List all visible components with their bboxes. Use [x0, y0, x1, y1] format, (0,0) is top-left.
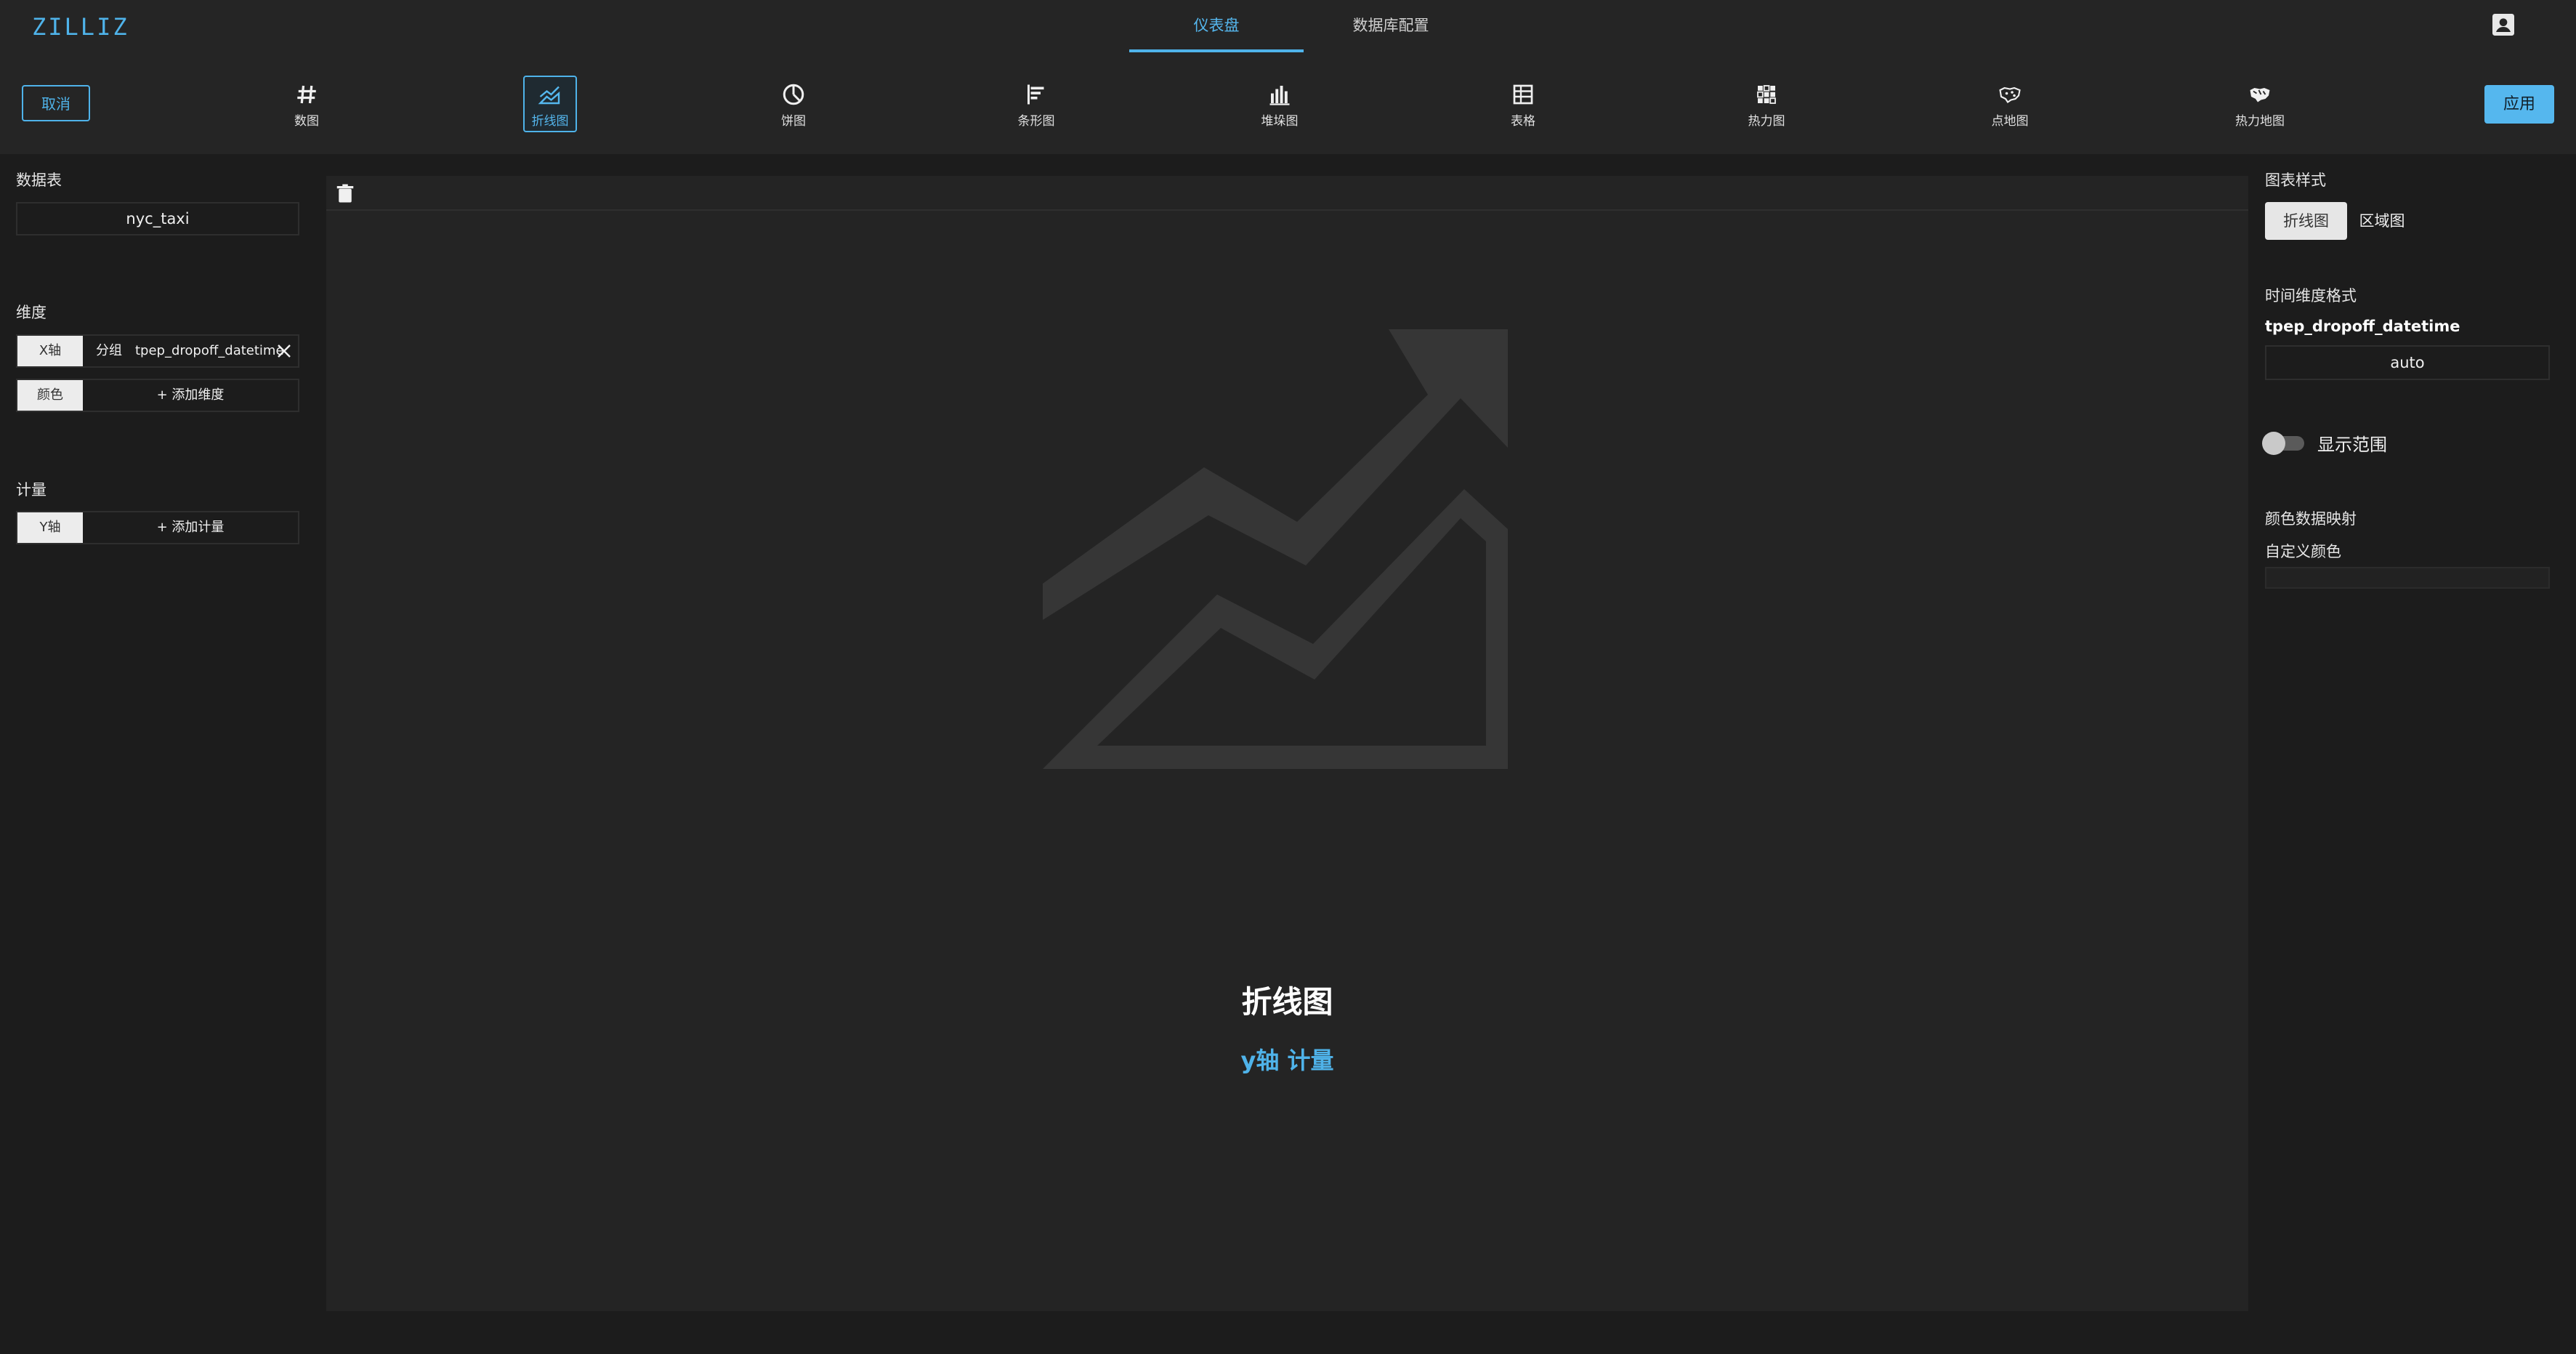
trash-icon[interactable]: [334, 182, 356, 205]
x-axis-dimension-row: X轴 分组 tpep_dropoff_datetime: [16, 334, 299, 368]
y-axis-measure-row: Y轴 + 添加计量: [16, 511, 299, 544]
heat-map-icon: [2234, 80, 2285, 109]
line-chart-placeholder-icon: [1043, 329, 1508, 769]
measure-section-label: 计量: [16, 481, 47, 499]
chart-type-label: 热力图: [1748, 114, 1785, 129]
custom-color-label: 自定义颜色: [2265, 543, 2341, 560]
chart-type-label: 表格: [1511, 114, 1535, 129]
chart-style-label: 图表样式: [2265, 172, 2326, 189]
style-option-line[interactable]: 折线图: [2265, 202, 2347, 240]
add-dimension-button[interactable]: + 添加维度: [83, 380, 298, 411]
point-map-icon: [1985, 80, 2035, 109]
x-field-name[interactable]: tpep_dropoff_datetime: [135, 336, 284, 366]
heatmap-icon: [1741, 80, 1792, 109]
chart-type-stacked[interactable]: 堆垛图: [1253, 76, 1307, 132]
style-option-area[interactable]: 区域图: [2351, 202, 2413, 240]
toggle-knob[interactable]: [2262, 432, 2285, 455]
chart-placeholder-subtitle: y轴 计量: [1240, 1047, 1334, 1074]
chart-type-pie[interactable]: 饼图: [767, 76, 820, 132]
chart-type-bar[interactable]: 条形图: [1009, 76, 1063, 132]
chart-type-heat-map[interactable]: 热力地图: [2233, 76, 2287, 132]
add-measure-button[interactable]: + 添加计量: [83, 512, 298, 543]
chart-placeholder-title: 折线图: [1241, 984, 1333, 1020]
hash-icon: [281, 80, 332, 109]
dimension-section-label: 维度: [16, 304, 47, 321]
chart-type-point-map[interactable]: 点地图: [1983, 76, 2037, 132]
time-format-label: 时间维度格式: [2265, 287, 2357, 305]
chart-type-label: 热力地图: [2235, 114, 2285, 129]
table-selector[interactable]: nyc_taxi: [16, 202, 299, 235]
table-section-label: 数据表: [16, 172, 62, 189]
chart-type-label: 条形图: [1017, 114, 1055, 129]
chart-type-line[interactable]: 折线图: [523, 76, 577, 132]
y-axis-button[interactable]: Y轴: [17, 512, 83, 543]
stacked-chart-icon: [1254, 80, 1305, 109]
color-button[interactable]: 颜色: [17, 380, 83, 411]
chart-type-number[interactable]: 数图: [280, 76, 334, 132]
apply-button[interactable]: 应用: [2484, 85, 2554, 124]
time-field-name: tpep_dropoff_datetime: [2265, 318, 2460, 335]
chart-type-label: 点地图: [1991, 114, 2029, 129]
time-format-select[interactable]: auto: [2265, 345, 2550, 380]
color-dimension-row: 颜色 + 添加维度: [16, 379, 299, 412]
show-range-label: 显示范围: [2317, 435, 2387, 455]
x-group-label: 分组: [96, 343, 122, 358]
logo[interactable]: ZILLIZ: [32, 13, 129, 41]
account-icon[interactable]: [2489, 10, 2518, 39]
bar-chart-icon: [1011, 80, 1062, 109]
cancel-button[interactable]: 取消: [22, 85, 90, 121]
chart-type-label: 堆垛图: [1261, 114, 1299, 129]
table-icon: [1498, 80, 1549, 109]
line-chart-icon: [525, 80, 576, 109]
chart-type-label: 数图: [294, 114, 319, 129]
pie-chart-icon: [768, 80, 819, 109]
chart-type-label: 折线图: [531, 114, 569, 129]
tab-database-config[interactable]: 数据库配置: [1304, 0, 1478, 52]
chart-type-label: 饼图: [781, 114, 806, 129]
canvas-header-bar: [326, 176, 2248, 211]
chart-type-table[interactable]: 表格: [1496, 76, 1550, 132]
tab-dashboard[interactable]: 仪表盘: [1129, 0, 1304, 52]
close-icon[interactable]: [275, 342, 293, 360]
x-axis-button[interactable]: X轴: [17, 336, 83, 366]
chart-type-heatmap[interactable]: 热力图: [1740, 76, 1793, 132]
color-mapping-label: 颜色数据映射: [2265, 510, 2357, 528]
custom-color-input[interactable]: [2265, 567, 2550, 589]
